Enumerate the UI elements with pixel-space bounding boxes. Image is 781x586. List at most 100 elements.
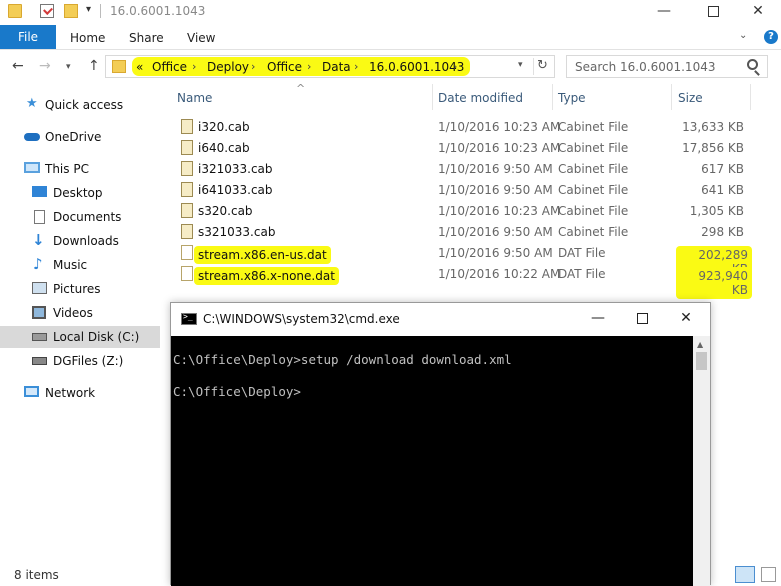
sidebar-item-label: Videos <box>53 306 93 320</box>
file-size: 17,856 KB <box>682 141 744 155</box>
file-date: 1/10/2016 10:23 AM <box>438 120 561 134</box>
file-name: i641033.cab <box>198 183 273 197</box>
table-row[interactable]: stream.x86.en-us.dat 1/10/2016 9:50 AM D… <box>168 242 781 278</box>
sidebar-item-label: Downloads <box>53 234 119 248</box>
sidebar-item-documents[interactable]: Documents <box>0 206 160 228</box>
file-date: 1/10/2016 9:50 AM <box>438 162 553 176</box>
command-prompt-window[interactable]: C:\WINDOWS\system32\cmd.exe — ✕ C:\Offic… <box>170 302 711 586</box>
large-icons-view-icon[interactable] <box>761 567 776 582</box>
cloud-icon <box>24 133 40 141</box>
search-icon[interactable] <box>747 59 758 70</box>
forward-arrow-icon[interactable]: → <box>39 58 51 74</box>
column-header-size[interactable]: Size <box>678 91 703 105</box>
sidebar-item-this-pc[interactable]: This PC <box>0 158 160 180</box>
sidebar-item-desktop[interactable]: Desktop <box>0 182 160 204</box>
sidebar-item-network[interactable]: Network <box>0 382 160 404</box>
divider <box>750 84 751 110</box>
chevron-right-icon[interactable]: › <box>192 60 196 73</box>
breadcrumb-item[interactable]: Office <box>152 60 187 74</box>
sidebar-item-label: DGFiles (Z:) <box>53 354 124 368</box>
folder-icon <box>8 4 22 18</box>
search-box <box>566 55 768 78</box>
tab-file[interactable]: File <box>0 25 56 49</box>
tab-home[interactable]: Home <box>70 31 105 45</box>
maximize-button[interactable] <box>622 307 662 331</box>
table-row[interactable]: stream.x86.x-none.dat 1/10/2016 10:22 AM… <box>168 263 781 299</box>
file-name: stream.x86.en-us.dat <box>194 246 331 264</box>
address-dropdown-chevron-icon[interactable]: ▾ <box>518 60 523 70</box>
network-icon <box>24 386 39 397</box>
file-name: s320.cab <box>198 204 253 218</box>
new-folder-icon[interactable] <box>64 4 78 18</box>
divider <box>432 84 433 110</box>
quick-access-toolbar-dropdown[interactable]: ▾ <box>86 4 91 15</box>
table-row[interactable]: i320.cab 1/10/2016 10:23 AM Cabinet File… <box>168 116 781 137</box>
breadcrumb-item[interactable]: Data <box>322 60 351 74</box>
file-size: 617 KB <box>701 162 744 176</box>
back-arrow-icon[interactable]: ← <box>12 58 24 74</box>
document-icon <box>34 210 45 224</box>
column-header-type[interactable]: Type <box>558 91 586 105</box>
table-row[interactable]: i640.cab 1/10/2016 10:23 AM Cabinet File… <box>168 137 781 158</box>
maximize-button[interactable] <box>690 0 736 24</box>
divider <box>671 84 672 110</box>
expand-ribbon-chevron-icon[interactable]: ⌄ <box>739 30 747 41</box>
file-type: Cabinet File <box>558 162 629 176</box>
search-input[interactable] <box>567 56 737 77</box>
breadcrumb-item[interactable]: 16.0.6001.1043 <box>369 60 464 74</box>
chevron-right-icon[interactable]: › <box>251 60 255 73</box>
table-row[interactable]: s321033.cab 1/10/2016 9:50 AM Cabinet Fi… <box>168 221 781 242</box>
chevron-right-icon[interactable]: › <box>354 60 358 73</box>
column-header-date[interactable]: Date modified <box>438 91 523 105</box>
scrollbar-thumb[interactable] <box>696 352 707 370</box>
desktop-icon <box>32 186 47 197</box>
minimize-button[interactable]: — <box>641 0 687 24</box>
sidebar-item-videos[interactable]: Videos <box>0 302 160 324</box>
file-date: 1/10/2016 9:50 AM <box>438 246 553 260</box>
sidebar-item-local-disk[interactable]: Local Disk (C:) <box>0 326 160 348</box>
file-type: Cabinet File <box>558 120 629 134</box>
cmd-title-bar[interactable]: C:\WINDOWS\system32\cmd.exe — ✕ <box>171 303 710 335</box>
column-header-name[interactable]: Name <box>177 91 212 105</box>
file-date: 1/10/2016 10:23 AM <box>438 204 561 218</box>
sidebar-item-pictures[interactable]: Pictures <box>0 278 160 300</box>
sidebar-item-label: Quick access <box>45 98 124 112</box>
tab-share[interactable]: Share <box>129 31 164 45</box>
refresh-icon[interactable]: ↻ <box>537 58 548 73</box>
chevron-right-icon[interactable]: › <box>453 60 457 73</box>
window-title: 16.0.6001.1043 <box>110 4 206 18</box>
help-icon[interactable]: ? <box>764 30 778 44</box>
table-row[interactable]: s320.cab 1/10/2016 10:23 AM Cabinet File… <box>168 200 781 221</box>
close-button[interactable]: ✕ <box>666 307 706 331</box>
sidebar-item-dgfiles[interactable]: DGFiles (Z:) <box>0 350 160 372</box>
folder-icon <box>112 60 126 73</box>
file-type: DAT File <box>558 267 606 281</box>
details-view-icon[interactable] <box>735 566 755 583</box>
sidebar-item-quick-access[interactable]: ★ Quick access <box>0 94 160 116</box>
computer-icon <box>24 162 40 173</box>
sidebar-item-label: Network <box>45 386 96 400</box>
properties-icon[interactable] <box>40 4 54 18</box>
sidebar-item-downloads[interactable]: ↓ Downloads <box>0 230 160 252</box>
scroll-up-arrow-icon[interactable]: ▲ <box>697 340 703 349</box>
file-size: 1,305 KB <box>689 204 744 218</box>
breadcrumb-overflow[interactable]: « <box>136 60 143 74</box>
breadcrumb-item[interactable]: Office <box>267 60 302 74</box>
vertical-scrollbar[interactable]: ▲ <box>693 336 710 586</box>
up-arrow-icon[interactable]: ↑ <box>88 58 100 74</box>
cabinet-file-icon <box>181 140 193 155</box>
console-output[interactable]: C:\Office\Deploy>setup /download downloa… <box>171 336 693 586</box>
breadcrumb-item[interactable]: Deploy <box>207 60 249 74</box>
cabinet-file-icon <box>181 203 193 218</box>
chevron-right-icon[interactable]: › <box>307 60 311 73</box>
close-button[interactable]: ✕ <box>735 0 781 24</box>
sidebar-item-label: Documents <box>53 210 122 224</box>
table-row[interactable]: i321033.cab 1/10/2016 9:50 AM Cabinet Fi… <box>168 158 781 179</box>
recent-locations-chevron-icon[interactable]: ▾ <box>66 62 71 72</box>
table-row[interactable]: i641033.cab 1/10/2016 9:50 AM Cabinet Fi… <box>168 179 781 200</box>
address-bar[interactable]: « Office › Deploy › Office › Data › 16.0… <box>105 55 555 78</box>
sidebar-item-onedrive[interactable]: OneDrive <box>0 126 160 148</box>
sidebar-item-music[interactable]: ♪ Music <box>0 254 160 276</box>
tab-view[interactable]: View <box>187 31 215 45</box>
minimize-button[interactable]: — <box>578 307 618 331</box>
